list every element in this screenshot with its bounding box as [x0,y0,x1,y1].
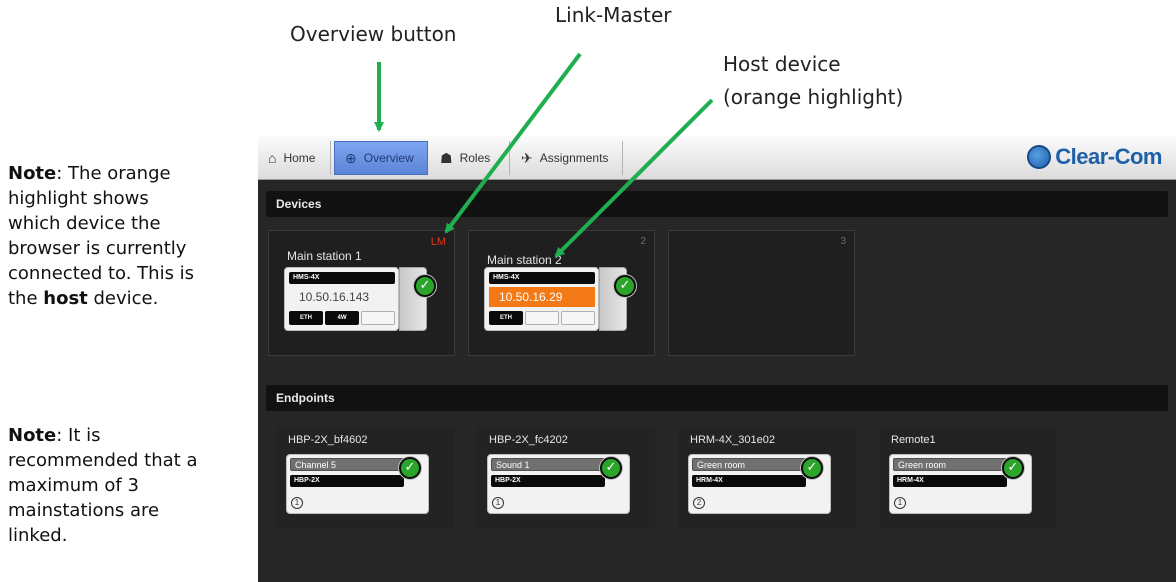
link-master-badge: LM [430,236,446,248]
tab-label: Roles [459,151,491,165]
note-line: mainstations are [8,500,160,521]
note-line: : It is [56,425,101,446]
note-bold: Note [8,425,57,446]
endpoint-index: 1 [492,497,504,509]
endpoint-model: HRM-4X [692,475,806,487]
device-ip: 10.50.16.143 [299,290,370,304]
note-bold: Note [8,163,57,184]
device-card-empty-slot[interactable]: 3 [668,230,855,356]
tab-label: Home [283,151,316,165]
status-ok-icon: ✓ [1002,457,1024,479]
port-empty [525,311,559,325]
callout-overview-button: Overview button [290,22,457,46]
users-icon: ☗ [440,149,453,166]
tab-home[interactable]: ⌂ Home [258,141,331,175]
endpoint-index: 2 [693,497,705,509]
endpoint-name: HBP-2X_fc4202 [489,434,568,446]
logo-text: Clear-Com [1055,144,1162,169]
note-line: : The orange [56,163,171,184]
status-ok-icon: ✓ [801,457,823,479]
tab-label: Assignments [539,151,609,165]
port-eth: ETH [489,311,523,325]
endpoint-index: 1 [894,497,906,509]
top-nav-bar: ⌂ Home ⊕ Overview ☗ Roles ✈ Assignments … [258,136,1176,180]
endpoint-card[interactable]: HBP-2X_fc4202 Sound 1 HBP-2X 1 ✓ [477,428,655,528]
endpoint-role-label: Channel 5 [290,458,407,471]
endpoint-name: HRM-4X_301e02 [690,434,775,446]
port-empty [361,311,395,325]
clear-com-logo: Clear-Com [1027,144,1162,170]
device-slot-number: 3 [840,236,846,247]
device-card-main-station-2[interactable]: 2 Main station 2 HMS-4X 10.50.16.29 ETH … [468,230,655,356]
callout-host-device-line1: Host device [723,52,841,76]
status-ok-icon: ✓ [399,457,421,479]
status-ok-icon: ✓ [600,457,622,479]
device-panel[interactable]: HMS-4X 10.50.16.143 ETH 4W [284,267,399,331]
note-line: highlight shows [8,188,149,209]
endpoint-card[interactable]: Remote1 Green room HRM-4X 1 ✓ [879,428,1057,528]
device-ip-host: 10.50.16.29 [489,287,595,307]
app-window: ⌂ Home ⊕ Overview ☗ Roles ✈ Assignments … [258,136,1176,582]
tab-roles[interactable]: ☗ Roles [430,141,510,175]
section-endpoints-header: Endpoints [266,385,1168,411]
note-line: device. [87,288,159,309]
section-devices-header: Devices [266,191,1168,217]
endpoint-name: Remote1 [891,434,936,446]
port-eth: ETH [289,311,323,325]
endpoint-model: HRM-4X [893,475,1007,487]
split-arrows-icon: ✈ [521,149,533,166]
note-line: connected to. This is [8,263,195,284]
home-icon: ⌂ [268,150,277,166]
endpoint-model: HBP-2X [290,475,404,487]
endpoint-index: 1 [291,497,303,509]
tab-label: Overview [363,151,414,165]
device-model: HMS-4X [289,272,395,284]
endpoint-role-label: Sound 1 [491,458,608,471]
port-empty [561,311,595,325]
note-linked-mainstations: Note: It is recommended that a maximum o… [8,423,198,548]
endpoint-role-label: Green room [692,458,809,471]
callout-host-device-line2: (orange highlight) [723,85,904,109]
device-name: Main station 2 [487,253,562,267]
endpoint-card[interactable]: HBP-2X_bf4602 Channel 5 HBP-2X 1 ✓ [276,428,454,528]
device-card-main-station-1[interactable]: LM Main station 1 HMS-4X 10.50.16.143 ET… [268,230,455,356]
endpoint-role-label: Green room [893,458,1010,471]
endpoint-card[interactable]: HRM-4X_301e02 Green room HRM-4X 2 ✓ [678,428,856,528]
endpoint-name: HBP-2X_bf4602 [288,434,368,446]
status-ok-icon: ✓ [614,275,636,297]
note-line: browser is currently [8,238,187,259]
tab-assignments[interactable]: ✈ Assignments [511,141,623,175]
note-line: maximum of 3 [8,475,139,496]
status-ok-icon: ✓ [414,275,436,297]
device-model: HMS-4X [489,272,595,284]
port-4w: 4W [325,311,359,325]
device-slot-number: 2 [640,236,646,247]
note-line: the [8,288,44,309]
note-host-device: Note: The orange highlight shows which d… [8,161,194,311]
device-panel[interactable]: HMS-4X 10.50.16.29 ETH [484,267,599,331]
endpoint-model: HBP-2X [491,475,605,487]
note-line: recommended that a [8,450,198,471]
globe-icon: ⊕ [345,149,357,166]
tab-overview[interactable]: ⊕ Overview [334,141,428,175]
note-line: which device the [8,213,161,234]
device-name: Main station 1 [287,249,362,263]
callout-link-master: Link-Master [555,3,672,27]
note-bold: host [43,288,88,309]
clear-com-logo-icon [1027,145,1052,169]
note-line: linked. [8,525,68,546]
